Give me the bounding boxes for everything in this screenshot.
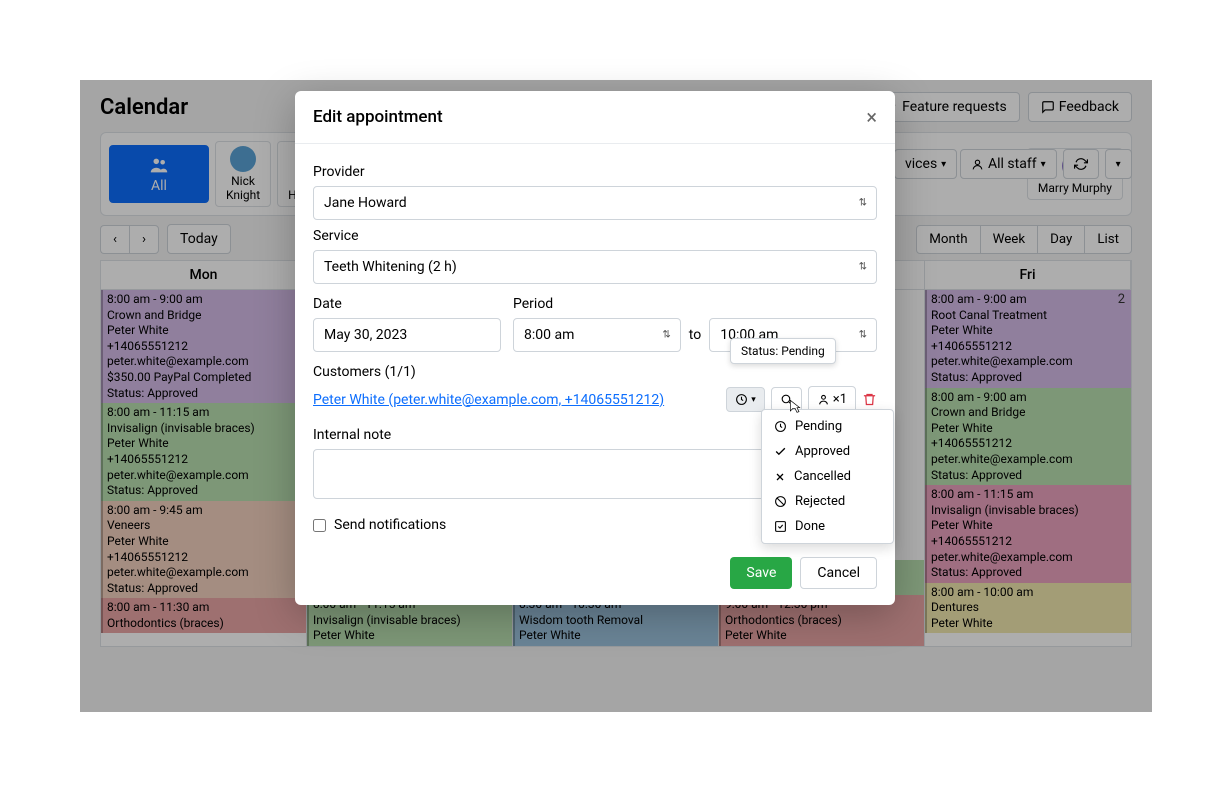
check-square-icon [774, 520, 787, 533]
customer-link[interactable]: Peter White (peter.white@example.com, +1… [313, 392, 664, 408]
provider-select[interactable]: Jane Howard [313, 186, 877, 220]
provider-label: Provider [313, 164, 877, 180]
modal-footer: Save Cancel [295, 545, 895, 605]
period-from-select[interactable]: 8:00 am [513, 318, 681, 352]
ban-icon [774, 495, 787, 508]
service-label: Service [313, 228, 877, 244]
chevron-down-icon: ▾ [751, 395, 756, 405]
modal-title: Edit appointment [313, 107, 443, 127]
notify-label: Send notifications [334, 517, 446, 533]
status-option-done[interactable]: Done [762, 514, 893, 539]
to-label: to [689, 327, 701, 343]
check-icon [774, 445, 787, 458]
notify-checkbox[interactable] [313, 519, 326, 532]
clock-icon [774, 420, 787, 433]
status-button[interactable]: ▾ [726, 387, 765, 412]
cursor-icon [787, 397, 803, 417]
period-label: Period [513, 296, 877, 312]
status-option-approved[interactable]: Approved [762, 439, 893, 464]
modal-header: Edit appointment × [295, 91, 895, 144]
delete-customer-button[interactable] [862, 392, 877, 407]
date-input[interactable] [313, 318, 501, 352]
clock-icon [735, 393, 748, 406]
save-button[interactable]: Save [730, 557, 792, 589]
close-button[interactable]: × [866, 105, 877, 129]
x-icon [774, 471, 786, 483]
status-option-rejected[interactable]: Rejected [762, 489, 893, 514]
trash-icon [862, 392, 877, 407]
cancel-button[interactable]: Cancel [800, 557, 877, 589]
date-label: Date [313, 296, 501, 312]
status-dropdown: Pending Approved Cancelled Rejected Done [761, 409, 894, 544]
status-tooltip: Status: Pending [730, 338, 836, 364]
service-select[interactable]: Teeth Whitening (2 h) [313, 250, 877, 284]
status-option-pending[interactable]: Pending [762, 414, 893, 439]
person-icon [817, 393, 830, 406]
status-option-cancelled[interactable]: Cancelled [762, 464, 893, 489]
customers-label: Customers (1/1) [313, 364, 877, 380]
